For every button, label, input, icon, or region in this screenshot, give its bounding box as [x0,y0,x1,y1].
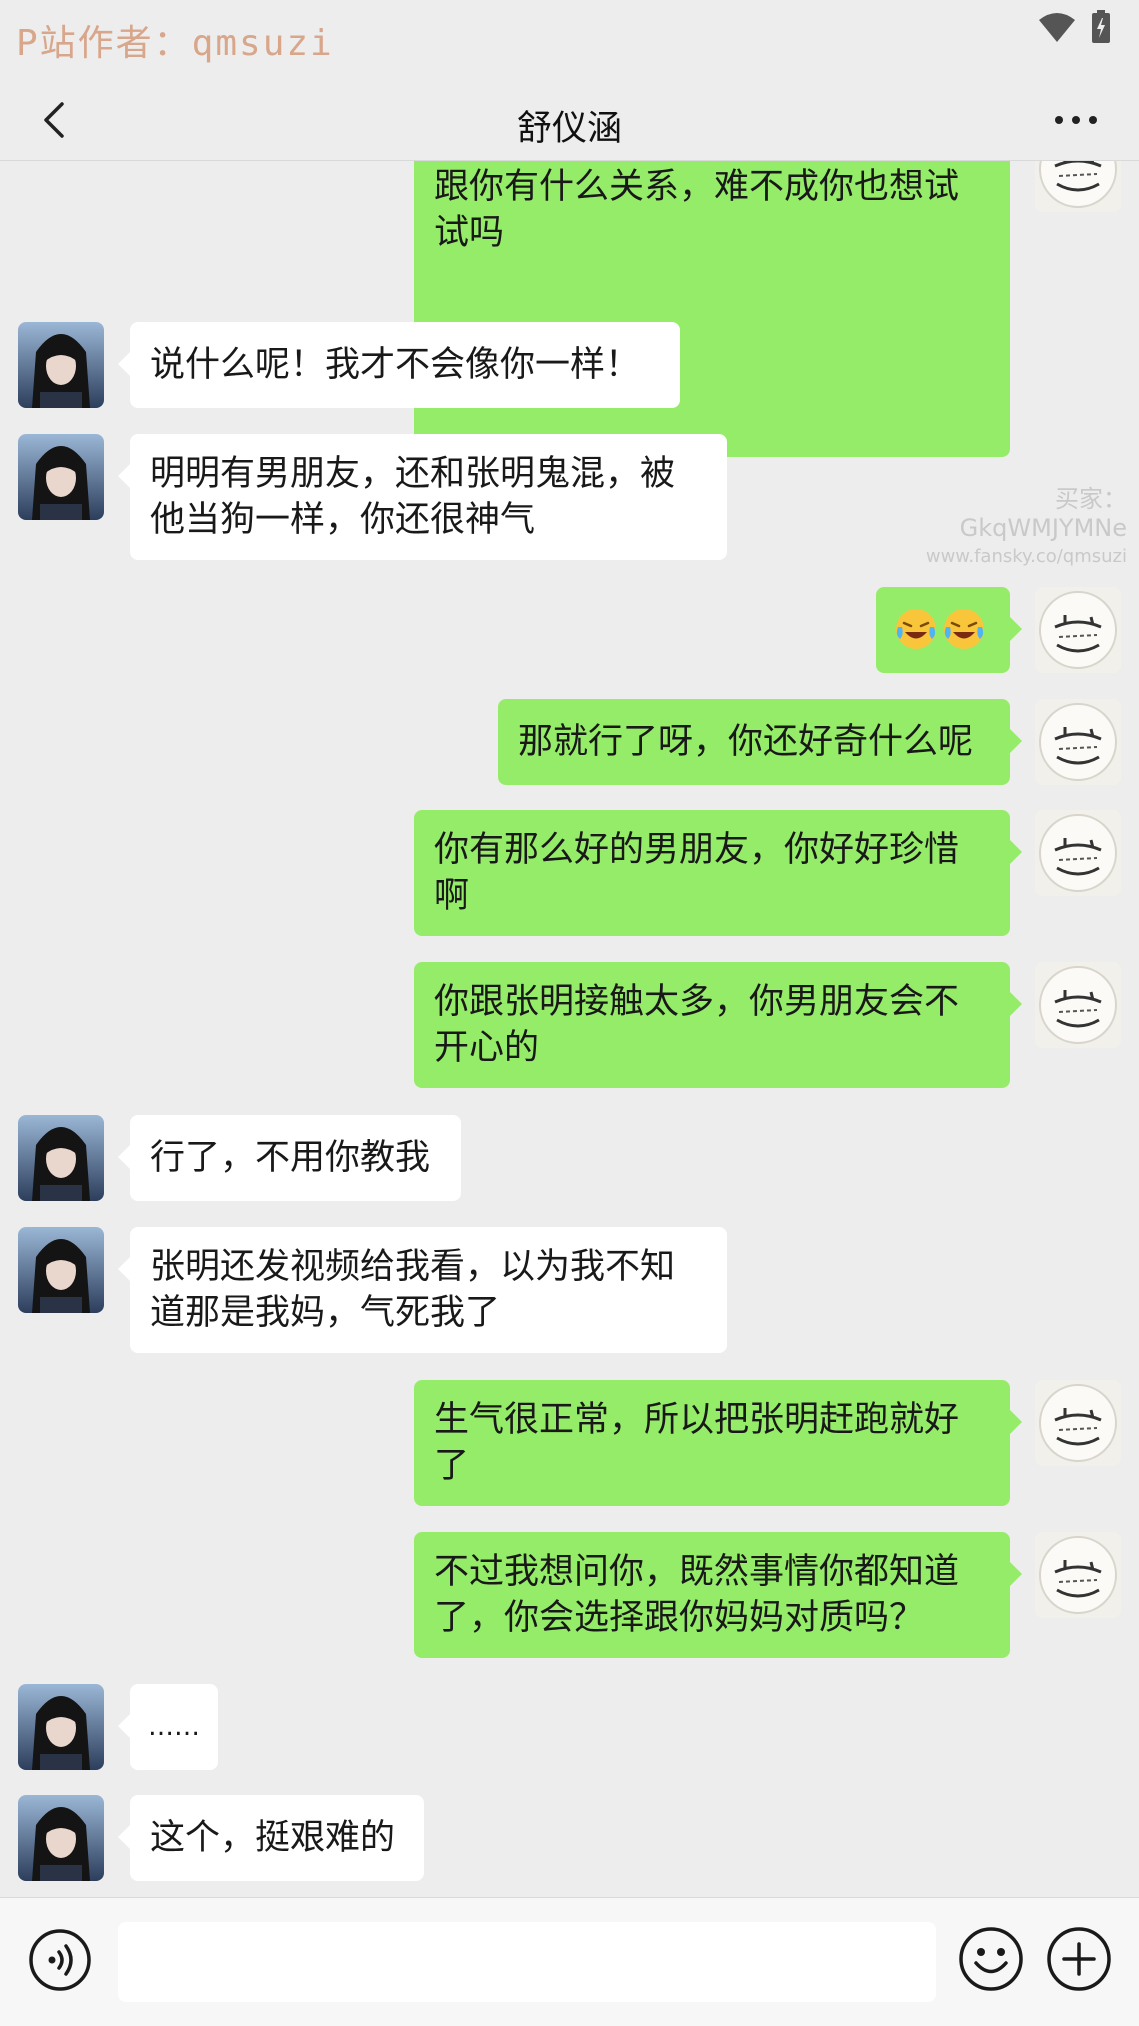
self-avatar[interactable] [1035,587,1121,673]
system-icons [1037,10,1111,44]
crying-laughing-emoji-icon [944,609,984,649]
message-bubble: 明明有男朋友，还和张明鬼混，被他当狗一样，你还很神气 [118,434,727,560]
chat-header: 舒仪涵 [0,80,1139,161]
message-received: 行了，不用你教我 [0,1115,1139,1205]
wifi-icon [1039,13,1075,42]
status-bar: P站作者：qmsuzi [0,0,1139,80]
plus-circle-icon[interactable] [1046,1926,1112,1992]
contact-avatar[interactable] [18,1684,104,1770]
battery-icon [1092,10,1110,43]
self-avatar[interactable] [1035,161,1121,212]
message-bubble: 你跟张明接触太多，你男朋友会不开心的 [414,962,1022,1088]
message-bubble: 不过我想问你，既然事情你都知道了，你会选择跟你妈妈对质吗？ [414,1532,1022,1658]
contact-avatar[interactable] [18,1227,104,1313]
message-bubble: 行了，不用你教我 [118,1115,461,1201]
more-dots-icon[interactable] [1051,110,1101,130]
smiley-icon[interactable] [958,1926,1024,1992]
contact-avatar[interactable] [18,434,104,520]
message-sent: 你有那么好的男朋友，你好好珍惜啊 [0,810,1139,940]
message-received: 说什么呢！我才不会像你一样！ [0,322,1139,412]
message-received: 这个，挺艰难的 [0,1795,1139,1885]
self-avatar[interactable] [1035,810,1121,896]
message-bubble: 说什么呢！我才不会像你一样！ [118,322,680,408]
voice-icon[interactable] [28,1928,92,1992]
message-bubble: …… [118,1684,218,1770]
message-bubble: 生气很正常，所以把张明赶跑就好了 [414,1380,1022,1506]
message-bubble: 那就行了呀，你还好奇什么呢 [498,699,1022,785]
self-avatar[interactable] [1035,1380,1121,1466]
contact-avatar[interactable] [18,322,104,408]
url-watermark-line: www.fansky.co/qmsuzi [925,546,1127,567]
chat-title: 舒仪涵 [516,109,622,149]
self-avatar[interactable] [1035,962,1121,1048]
buyer-watermark-line: 买家：GkqWMJYMNe [959,485,1127,542]
message-list[interactable]: 到底是不是因为张明床上功夫好，跟你有什么关系，难不成你也想试试吗 说什么呢！我才… [0,161,1139,1896]
author-watermark: P站作者：qmsuzi [16,23,334,64]
message-bubble: 这个，挺艰难的 [118,1795,424,1881]
message-bubble: 到底是不是因为张明床上功夫好，跟你有什么关系，难不成你也想试试吗 [414,161,1010,457]
message-sent: 你跟张明接触太多，你男朋友会不开心的 [0,962,1139,1092]
message-sent: 生气很正常，所以把张明赶跑就好了 [0,1380,1139,1510]
message-received: 张明还发视频给我看，以为我不知道那是我妈，气死我了 [0,1227,1139,1357]
buyer-watermark: 买家：GkqWMJYMNe www.fansky.co/qmsuzi [905,479,1127,567]
message-bubble: 你有那么好的男朋友，你好好珍惜啊 [414,810,1022,936]
input-bar [0,1897,1139,2026]
message-sent: 不过我想问你，既然事情你都知道了，你会选择跟你妈妈对质吗？ [0,1532,1139,1662]
contact-avatar[interactable] [18,1795,104,1881]
message-input[interactable] [118,1922,936,2002]
message-sent: 那就行了呀，你还好奇什么呢 [0,699,1139,789]
crying-laughing-emoji-icon [896,609,936,649]
self-avatar[interactable] [1035,1532,1121,1618]
message-bubble: 张明还发视频给我看，以为我不知道那是我妈，气死我了 [118,1227,727,1353]
message-sent [0,587,1139,677]
message-bubble [876,587,1022,673]
contact-avatar[interactable] [18,1115,104,1201]
message-received: …… [0,1684,1139,1774]
message-sent: 到底是不是因为张明床上功夫好，跟你有什么关系，难不成你也想试试吗 [0,161,1139,457]
self-avatar[interactable] [1035,699,1121,785]
